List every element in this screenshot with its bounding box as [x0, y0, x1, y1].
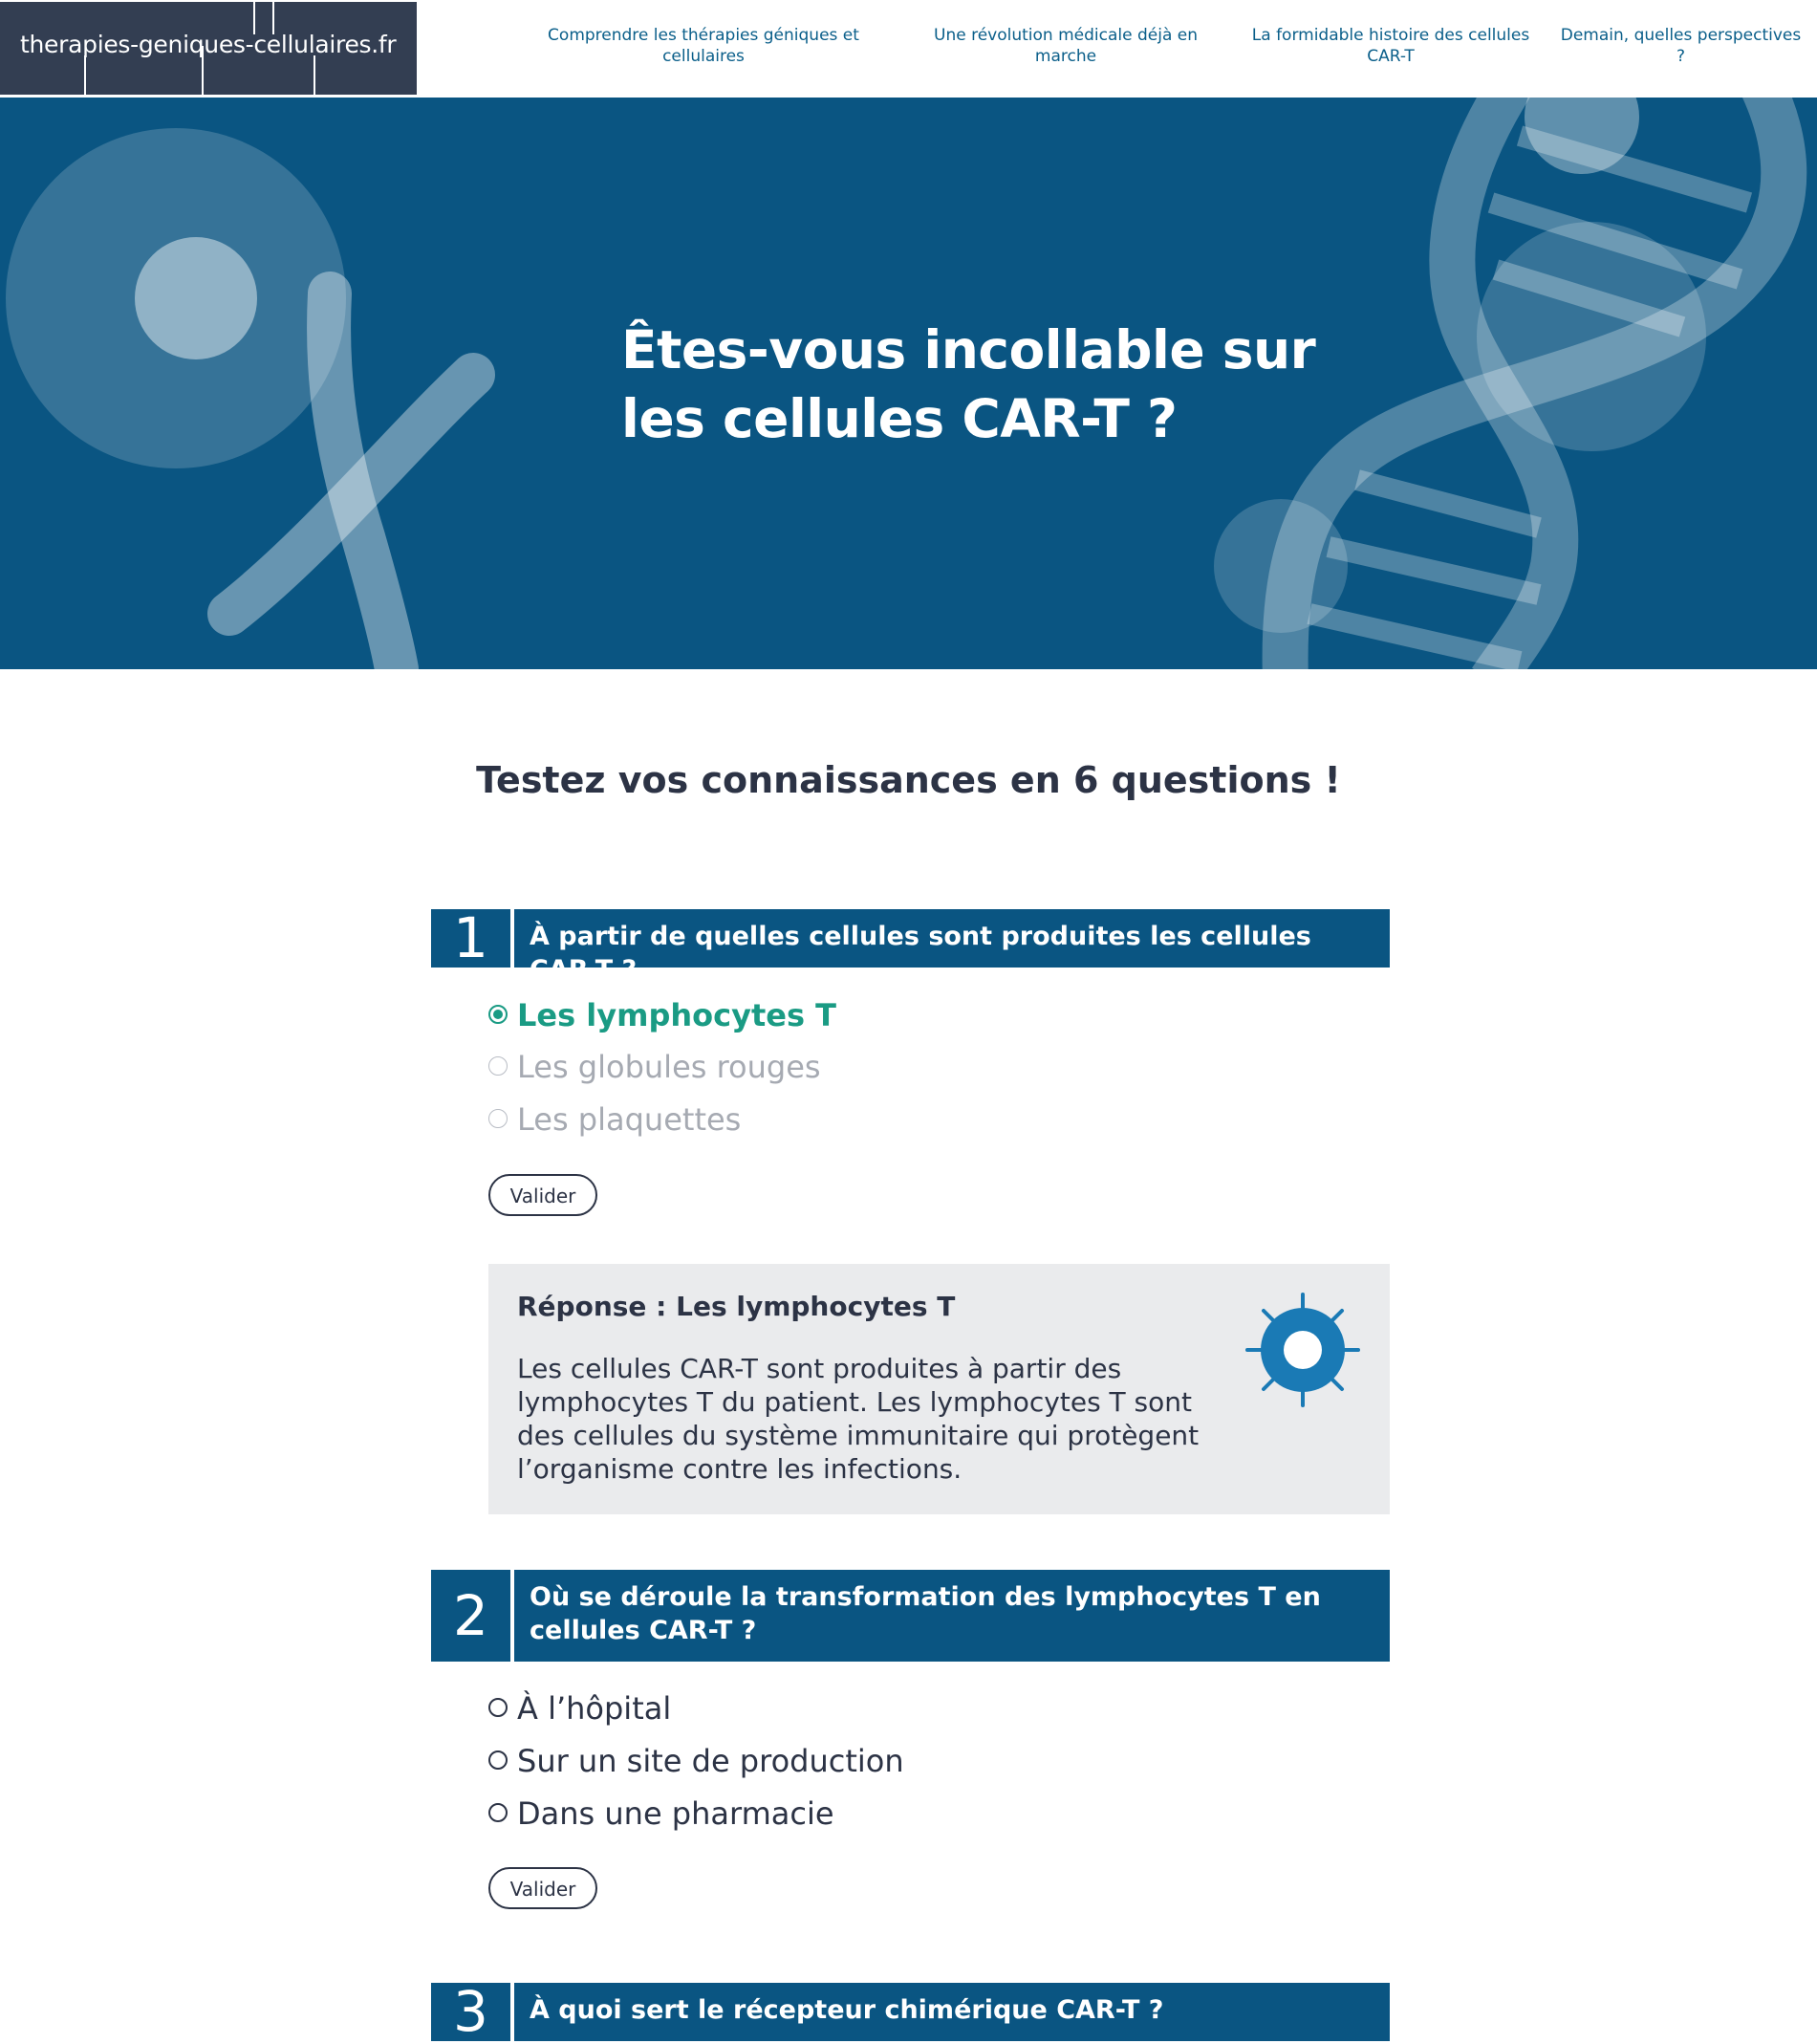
nav-link-comprendre[interactable]: Comprendre les thérapies géniques et cel… — [543, 25, 864, 67]
hero-banner: Êtes-vous incollable sur les cellules CA… — [0, 98, 1817, 669]
option-label: Les globules rouges — [517, 1049, 821, 1085]
hero-title: Êtes-vous incollable sur les cellules CA… — [621, 319, 1316, 449]
option-label: Dans une pharmacie — [517, 1795, 834, 1832]
logo-decor-line — [253, 2, 255, 34]
logo-decor-line — [272, 2, 274, 34]
logo-decor-line — [84, 55, 86, 95]
question-number: 3 — [431, 1983, 510, 2041]
lymphocyte-icon — [1245, 1293, 1360, 1407]
option-label: Les plaquettes — [517, 1101, 742, 1138]
option-label: Les lymphocytes T — [517, 997, 836, 1033]
option-label: Sur un site de production — [517, 1743, 904, 1779]
site-header: therapies-geniques-cellulaires.fr Compre… — [0, 0, 1817, 98]
question-number: 2 — [431, 1570, 510, 1662]
radio-icon[interactable] — [488, 1109, 508, 1128]
question-text: À quoi sert le récepteur chimérique CAR-… — [514, 1983, 1390, 2041]
validate-button[interactable]: Valider — [488, 1174, 597, 1216]
question-1-header: 1 À partir de quelles cellules sont prod… — [431, 909, 1390, 985]
nav-link-perspectives[interactable]: Demain, quelles perspectives ? — [1554, 25, 1807, 67]
nav-link-revolution[interactable]: Une révolution médicale déjà en marche — [918, 25, 1214, 67]
option-label: À l’hôpital — [517, 1690, 672, 1727]
radio-icon[interactable] — [488, 1698, 508, 1717]
question-text: Où se déroule la transformation des lymp… — [514, 1570, 1390, 1662]
question-2-header: 2 Où se déroule la transformation des ly… — [431, 1570, 1390, 1662]
radio-icon[interactable] — [488, 1750, 508, 1770]
radio-icon[interactable] — [488, 1803, 508, 1822]
question-3-header: 3 À quoi sert le récepteur chimérique CA… — [431, 1983, 1390, 2041]
validate-button[interactable]: Valider — [488, 1867, 597, 1909]
quiz-subtitle: Testez vos connaissances en 6 questions … — [476, 759, 1341, 801]
answer-title: Réponse : Les lymphocytes T — [517, 1291, 956, 1322]
site-logo[interactable]: therapies-geniques-cellulaires.fr — [0, 2, 417, 95]
logo-text: therapies-geniques-cellulaires.fr — [20, 31, 397, 58]
answer-panel: Réponse : Les lymphocytes T Les cellules… — [488, 1264, 1390, 1514]
nav-link-histoire[interactable]: La formidable histoire des cellules CAR-… — [1247, 25, 1534, 67]
logo-decor-line — [314, 55, 315, 95]
radio-selected-icon[interactable] — [488, 1005, 508, 1024]
answer-body: Les cellules CAR-T sont produites à part… — [517, 1353, 1200, 1485]
question-number: 1 — [431, 909, 510, 968]
radio-icon[interactable] — [488, 1056, 508, 1076]
question-text: À partir de quelles cellules sont produi… — [514, 909, 1390, 985]
logo-decor-line — [202, 46, 204, 95]
